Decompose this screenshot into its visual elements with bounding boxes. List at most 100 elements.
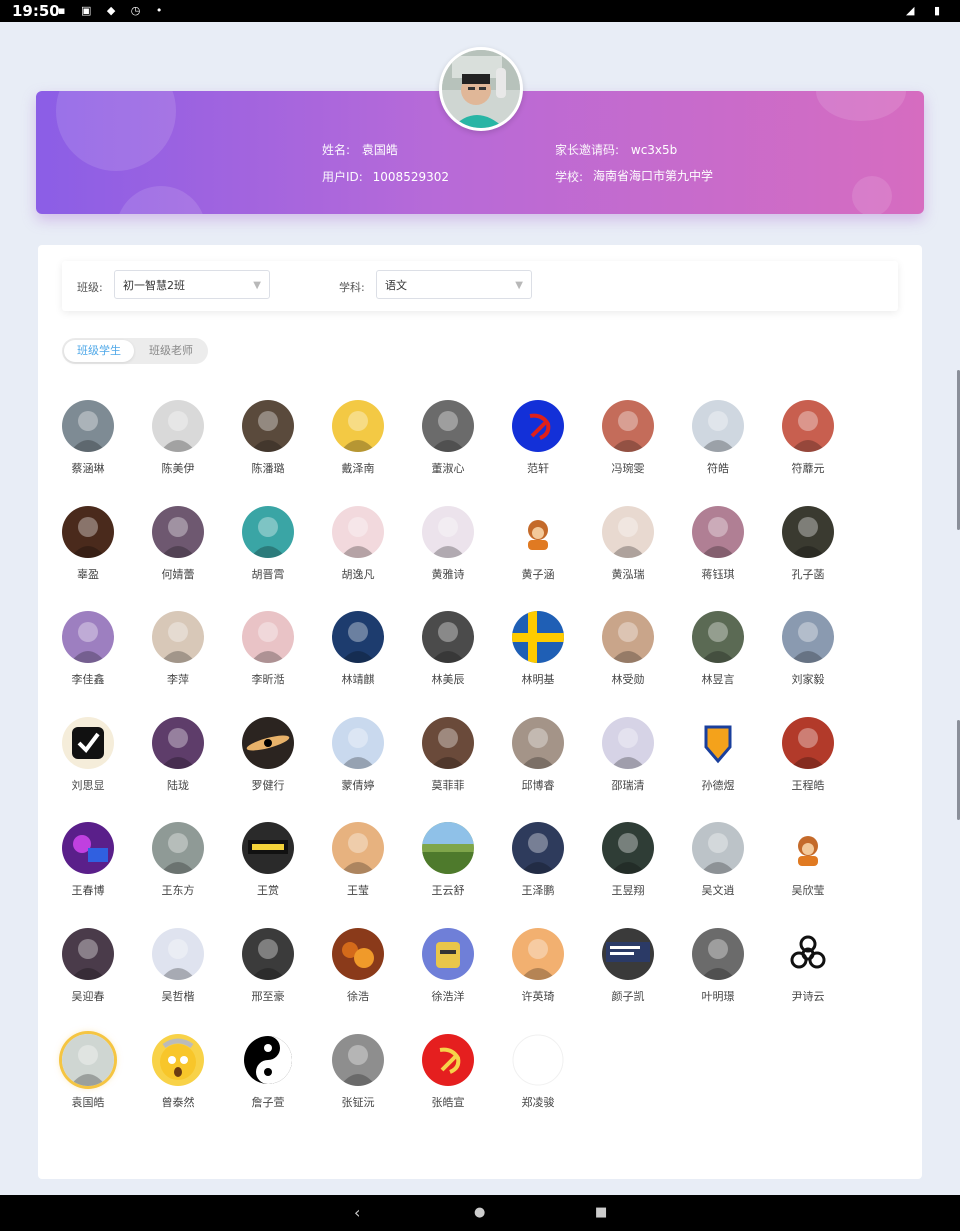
student-item[interactable]: 张钲沅 — [318, 1034, 398, 1110]
student-item[interactable]: 邱博睿 — [498, 717, 578, 793]
student-item[interactable]: 罗健行 — [228, 717, 308, 793]
anime-avatar[interactable] — [332, 717, 384, 769]
student-item[interactable]: 林明基 — [498, 611, 578, 687]
student-item[interactable]: 陆珑 — [138, 717, 218, 793]
photo-avatar[interactable] — [602, 822, 654, 874]
student-item[interactable]: 符蘼元 — [768, 400, 848, 476]
student-item[interactable]: 胡逸凡 — [318, 506, 398, 582]
photo-avatar[interactable] — [512, 822, 564, 874]
student-item[interactable]: 尹诗云 — [768, 928, 848, 1004]
student-item[interactable]: 邢至豪 — [228, 928, 308, 1004]
anime-avatar[interactable] — [602, 717, 654, 769]
photo-avatar[interactable] — [782, 717, 834, 769]
photo-avatar[interactable] — [152, 611, 204, 663]
student-item[interactable]: 黄子涵 — [498, 506, 578, 582]
monkey-avatar[interactable] — [512, 506, 564, 558]
student-item[interactable]: 郑凌骏 — [498, 1034, 578, 1110]
recents-icon[interactable]: ■ — [595, 1205, 607, 1220]
student-item[interactable]: 蒙倩婷 — [318, 717, 398, 793]
doll-avatar[interactable] — [782, 400, 834, 452]
tab-class-students[interactable]: 班级学生 — [64, 340, 134, 362]
sign-avatar[interactable] — [242, 822, 294, 874]
student-item[interactable]: 冯琬雯 — [588, 400, 668, 476]
robot-avatar[interactable] — [422, 928, 474, 980]
student-item[interactable]: 王春博 — [48, 822, 128, 898]
photo-avatar[interactable] — [62, 1034, 114, 1086]
home-icon[interactable]: ● — [474, 1205, 485, 1220]
student-item[interactable]: 王赏 — [228, 822, 308, 898]
photo-avatar[interactable] — [242, 400, 294, 452]
student-item[interactable]: 许英琦 — [498, 928, 578, 1004]
student-item[interactable]: 孙德煜 — [678, 717, 758, 793]
student-item[interactable]: 吴文逍 — [678, 822, 758, 898]
anime-avatar[interactable] — [242, 611, 294, 663]
student-item[interactable]: 吴哲楷 — [138, 928, 218, 1004]
student-item[interactable]: 陈潘璐 — [228, 400, 308, 476]
student-item[interactable]: 王云舒 — [408, 822, 488, 898]
checkmark-avatar[interactable] — [62, 717, 114, 769]
screenshot-avatar[interactable] — [602, 928, 654, 980]
photo-avatar[interactable] — [422, 611, 474, 663]
hammer-sickle-avatar[interactable] — [422, 1034, 474, 1086]
fire-avatar[interactable] — [332, 928, 384, 980]
student-item[interactable]: 孔子菡 — [768, 506, 848, 582]
student-item[interactable]: 林受勋 — [588, 611, 668, 687]
landscape-avatar[interactable] — [422, 822, 474, 874]
student-item[interactable]: 胡晋霄 — [228, 506, 308, 582]
anime-avatar[interactable] — [602, 506, 654, 558]
blank-avatar[interactable] — [512, 1034, 564, 1086]
student-item[interactable]: 吴欣莹 — [768, 822, 848, 898]
anime-avatar[interactable] — [152, 717, 204, 769]
anime-avatar[interactable] — [332, 400, 384, 452]
doll-avatar[interactable] — [602, 400, 654, 452]
student-item[interactable]: 刘思显 — [48, 717, 128, 793]
cartoon-avatar[interactable] — [692, 611, 744, 663]
subject-select[interactable]: 语文 ▼ — [376, 270, 532, 299]
class-select[interactable]: 初一智慧2班 ▼ — [114, 270, 270, 299]
student-item[interactable]: 邵瑞清 — [588, 717, 668, 793]
anime-avatar[interactable] — [332, 506, 384, 558]
photo-avatar[interactable] — [782, 506, 834, 558]
anime-avatar[interactable] — [152, 928, 204, 980]
hammer-sickle-avatar[interactable] — [512, 400, 564, 452]
student-item[interactable]: 林昱言 — [678, 611, 758, 687]
yin-yang-avatar[interactable] — [242, 1034, 294, 1086]
biohazard-avatar[interactable] — [782, 928, 834, 980]
student-item[interactable]: 何婧蕾 — [138, 506, 218, 582]
back-icon[interactable]: ‹ — [354, 1203, 360, 1222]
profile-avatar[interactable] — [439, 47, 523, 131]
photo-avatar[interactable] — [692, 928, 744, 980]
photo-avatar[interactable] — [242, 506, 294, 558]
student-item[interactable]: 李昕湉 — [228, 611, 308, 687]
anime-avatar[interactable] — [62, 611, 114, 663]
student-item[interactable]: 王昱翔 — [588, 822, 668, 898]
student-item[interactable]: 叶明璟 — [678, 928, 758, 1004]
student-item[interactable]: 符皓 — [678, 400, 758, 476]
cartoon-avatar[interactable] — [602, 611, 654, 663]
anime-avatar[interactable] — [242, 928, 294, 980]
student-item[interactable]: 张皓宣 — [408, 1034, 488, 1110]
sweden-flag-avatar[interactable] — [512, 611, 564, 663]
emoji-avatar[interactable] — [152, 1034, 204, 1086]
photo-avatar[interactable] — [422, 400, 474, 452]
student-item[interactable]: 吴迎春 — [48, 928, 128, 1004]
student-item[interactable]: 曾泰然 — [138, 1034, 218, 1110]
koenigsegg-avatar[interactable] — [692, 717, 744, 769]
student-item[interactable]: 董淑心 — [408, 400, 488, 476]
student-item[interactable]: 黄雅诗 — [408, 506, 488, 582]
cartoon-avatar[interactable] — [512, 928, 564, 980]
anime-avatar[interactable] — [332, 822, 384, 874]
student-item[interactable]: 莫菲菲 — [408, 717, 488, 793]
student-item[interactable]: 辜盈 — [48, 506, 128, 582]
photo-avatar[interactable] — [422, 717, 474, 769]
student-item[interactable]: 李萍 — [138, 611, 218, 687]
photo-avatar[interactable] — [692, 400, 744, 452]
student-item[interactable]: 陈美伊 — [138, 400, 218, 476]
photo-avatar[interactable] — [332, 1034, 384, 1086]
photo-avatar[interactable] — [62, 400, 114, 452]
game-avatar[interactable] — [62, 822, 114, 874]
tab-class-teachers[interactable]: 班级老师 — [136, 340, 206, 362]
student-item[interactable]: 刘家毅 — [768, 611, 848, 687]
student-item[interactable]: 袁国皓 — [48, 1034, 128, 1110]
student-item[interactable]: 徐浩洋 — [408, 928, 488, 1004]
